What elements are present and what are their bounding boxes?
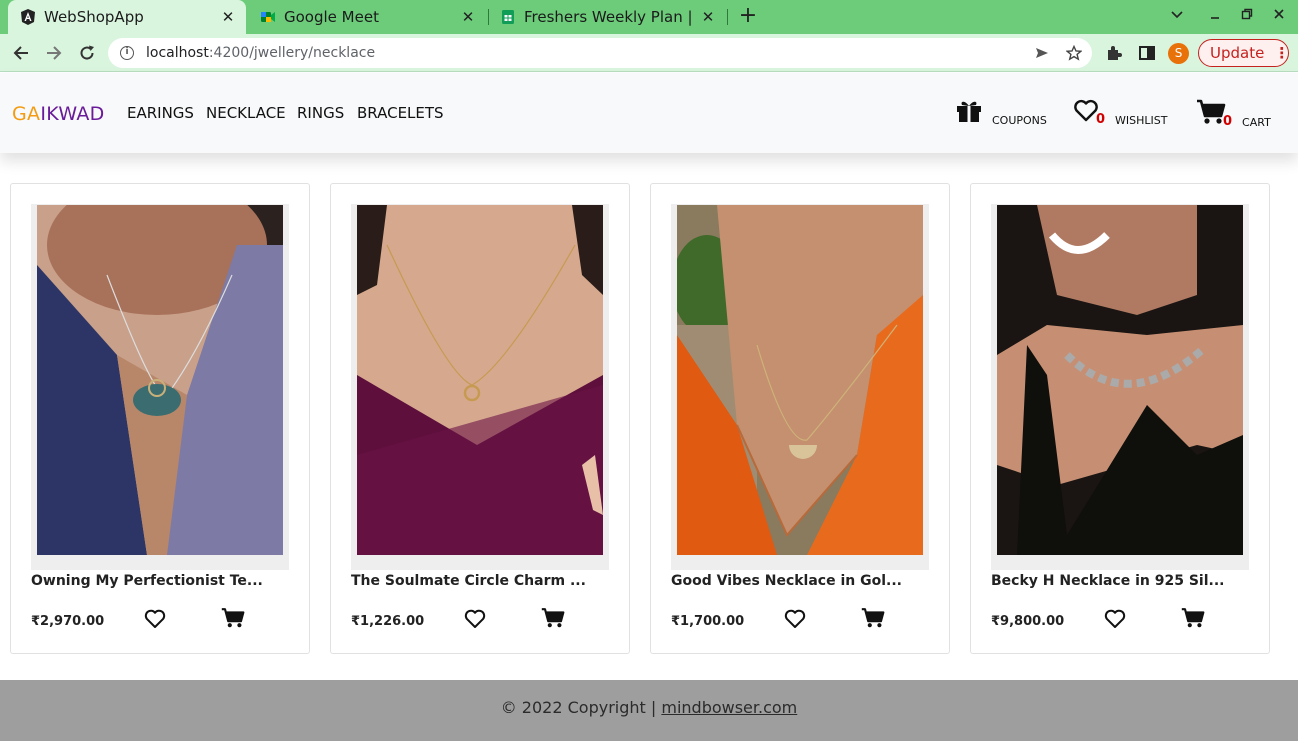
product-name[interactable]: Good Vibes Necklace in Gol... <box>671 573 931 589</box>
browser-tabstrip: WebShopApp ✕ Google Meet ✕ Freshers Week… <box>0 0 1298 34</box>
product-price: ₹1,700.00 <box>671 614 745 629</box>
site-footer: © 2022 Copyright | mindbowser.com <box>0 680 1298 741</box>
wishlist-count: 0 <box>1096 112 1106 127</box>
product-price: ₹1,226.00 <box>351 614 425 629</box>
product-image[interactable] <box>37 205 283 555</box>
tab-google-meet[interactable]: Google Meet ✕ <box>248 0 486 34</box>
product-card[interactable]: Good Vibes Necklace in Gol... ₹1,700.00 <box>650 183 950 654</box>
google-sheets-icon <box>500 9 516 25</box>
back-arrow-icon[interactable] <box>10 42 32 64</box>
site-header: GAIKWAD EARINGS NECKLACE RINGS BRACELETS… <box>0 73 1298 153</box>
send-tab-icon[interactable] <box>1034 45 1050 65</box>
close-tab-icon[interactable]: ✕ <box>458 8 478 26</box>
footer-link[interactable]: mindbowser.com <box>661 698 797 717</box>
tab-title: WebShopApp <box>44 8 144 26</box>
tab-separator <box>727 9 728 25</box>
restore-icon[interactable] <box>1240 7 1254 25</box>
product-name[interactable]: Owning My Perfectionist Te... <box>31 573 291 589</box>
product-card[interactable]: The Soulmate Circle Charm ... ₹1,226.00 <box>330 183 630 654</box>
angular-icon <box>20 9 36 25</box>
add-to-wishlist-heart-icon[interactable] <box>1104 609 1126 629</box>
brand-logo[interactable]: GAIKWAD <box>12 103 105 125</box>
product-image[interactable] <box>677 205 923 555</box>
coupons-link[interactable]: COUPONS <box>956 99 1047 127</box>
tab-title: Freshers Weekly Plan | Sha <box>524 8 698 26</box>
wishlist-label: WISHLIST <box>1115 114 1168 127</box>
address-bar[interactable]: i localhost:4200/jwellery/necklace <box>108 38 1092 68</box>
product-name[interactable]: Becky H Necklace in 925 Sil... <box>991 573 1251 589</box>
nav-earings[interactable]: EARINGS <box>127 104 194 122</box>
nav-necklace[interactable]: NECKLACE <box>206 104 286 122</box>
cart-link[interactable]: 0 CART <box>1196 99 1271 129</box>
cart-count: 0 <box>1223 114 1233 129</box>
new-tab-button[interactable]: + <box>737 5 759 29</box>
minimize-icon[interactable] <box>1208 7 1222 25</box>
product-name[interactable]: The Soulmate Circle Charm ... <box>351 573 611 589</box>
wishlist-link[interactable]: 0 WISHLIST <box>1073 99 1168 127</box>
product-card[interactable]: Owning My Perfectionist Te... ₹2,970.00 <box>10 183 310 654</box>
tab-title: Google Meet <box>284 8 379 26</box>
tab-freshers-weekly-plan[interactable]: Freshers Weekly Plan | Sha ✕ <box>488 0 726 34</box>
extensions-puzzle-icon[interactable] <box>1105 44 1123 62</box>
nav-rings[interactable]: RINGS <box>297 104 344 122</box>
add-to-wishlist-heart-icon[interactable] <box>464 609 486 629</box>
product-image-frame <box>991 204 1249 570</box>
product-price: ₹9,800.00 <box>991 614 1065 629</box>
product-image-frame <box>351 204 609 570</box>
close-tab-icon[interactable]: ✕ <box>218 8 238 26</box>
google-meet-icon <box>260 9 276 25</box>
add-to-cart-icon[interactable] <box>221 607 245 629</box>
tab-search-chevron-icon[interactable] <box>1170 7 1184 25</box>
add-to-wishlist-heart-icon[interactable] <box>784 609 806 629</box>
kebab-menu-icon[interactable]: ⋮ <box>1274 44 1289 62</box>
add-to-cart-icon[interactable] <box>1181 607 1205 629</box>
close-tab-icon[interactable]: ✕ <box>698 8 718 26</box>
product-price: ₹2,970.00 <box>31 614 105 629</box>
tab-webshopapp[interactable]: WebShopApp ✕ <box>8 0 246 34</box>
gift-icon <box>956 99 982 127</box>
add-to-cart-icon[interactable] <box>541 607 565 629</box>
cart-icon <box>1196 99 1226 129</box>
cart-label: CART <box>1242 116 1271 129</box>
copyright-text: © 2022 Copyright | <box>500 698 662 717</box>
coupons-label: COUPONS <box>992 114 1047 127</box>
product-image[interactable] <box>997 205 1243 555</box>
nav-bracelets[interactable]: BRACELETS <box>357 104 444 122</box>
add-to-cart-icon[interactable] <box>861 607 885 629</box>
product-image-frame <box>671 204 929 570</box>
product-image-frame <box>31 204 289 570</box>
browser-toolbar: i localhost:4200/jwellery/necklace S Upd… <box>0 34 1298 72</box>
url-text[interactable]: localhost:4200/jwellery/necklace <box>146 45 375 61</box>
close-window-icon[interactable] <box>1272 7 1286 25</box>
side-panel-icon[interactable] <box>1138 44 1156 62</box>
reload-icon[interactable] <box>76 42 98 64</box>
site-info-icon[interactable]: i <box>120 46 134 60</box>
add-to-wishlist-heart-icon[interactable] <box>144 609 166 629</box>
profile-avatar[interactable]: S <box>1168 43 1189 64</box>
product-card[interactable]: Becky H Necklace in 925 Sil... ₹9,800.00 <box>970 183 1270 654</box>
forward-arrow-icon[interactable] <box>43 42 65 64</box>
product-image[interactable] <box>357 205 603 555</box>
update-button[interactable]: Update ⋮ <box>1198 39 1289 67</box>
bookmark-star-icon[interactable] <box>1065 44 1083 65</box>
